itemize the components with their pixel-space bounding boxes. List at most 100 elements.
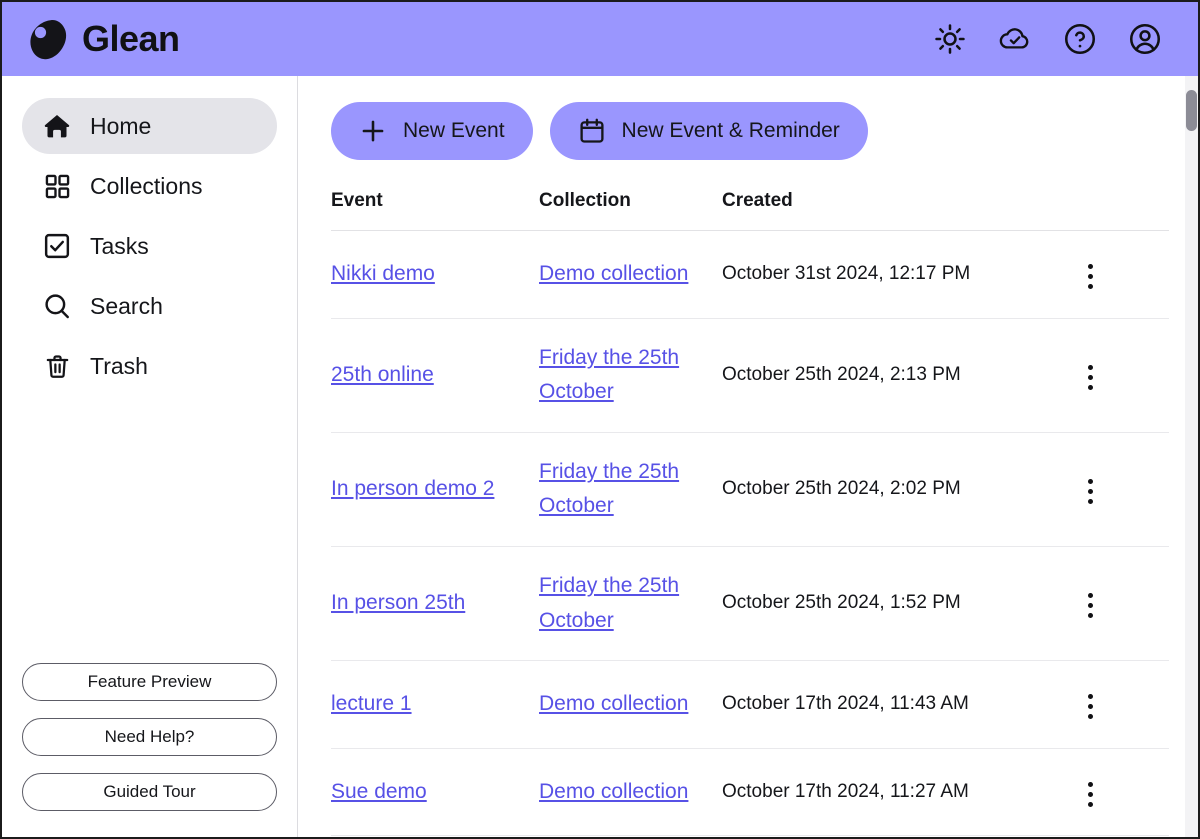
sidebar-item-trash[interactable]: Trash	[22, 338, 277, 394]
sidebar-item-label: Collections	[90, 175, 203, 198]
collection-cell: Demo collection	[539, 661, 722, 749]
row-actions-cell	[1074, 661, 1169, 749]
column-header-collection: Collection	[539, 190, 722, 231]
kebab-dot	[1088, 264, 1093, 269]
events-table: Event Collection Created Nikki demo Demo…	[331, 190, 1169, 836]
account-button[interactable]	[1126, 20, 1164, 58]
brand-name: Glean	[82, 21, 180, 57]
table-row: Sue demo Demo collection October 17th 20…	[331, 748, 1169, 836]
collection-link[interactable]: Demo collection	[539, 262, 688, 285]
row-actions-cell	[1074, 231, 1169, 319]
new-event-label: New Event	[403, 119, 505, 143]
events-table-body: Nikki demo Demo collection October 31st …	[331, 231, 1169, 836]
kebab-dot	[1088, 499, 1093, 504]
page-scrollbar-thumb[interactable]	[1186, 90, 1197, 131]
created-cell: October 31st 2024, 12:17 PM	[722, 231, 1074, 319]
event-link[interactable]: In person demo 2	[331, 477, 494, 500]
row-menu-button[interactable]	[1074, 688, 1106, 726]
sidebar-spacer	[22, 394, 277, 663]
row-menu-button[interactable]	[1074, 258, 1106, 296]
row-actions-cell	[1074, 432, 1169, 546]
app-header: Glean	[2, 2, 1198, 76]
event-link[interactable]: Nikki demo	[331, 262, 435, 285]
feature-preview-button[interactable]: Feature Preview	[22, 663, 277, 701]
sidebar-item-label: Trash	[90, 355, 148, 378]
theme-toggle-button[interactable]	[931, 20, 969, 58]
row-menu-button[interactable]	[1074, 587, 1106, 625]
sidebar-item-collections[interactable]: Collections	[22, 158, 277, 214]
kebab-dot	[1088, 704, 1093, 709]
created-cell: October 25th 2024, 2:13 PM	[722, 318, 1074, 432]
sidebar-item-tasks[interactable]: Tasks	[22, 218, 277, 274]
row-menu-button[interactable]	[1074, 358, 1106, 396]
collection-link[interactable]: Friday the 25th October	[539, 460, 679, 518]
collection-link[interactable]: Friday the 25th October	[539, 574, 679, 632]
sun-icon	[934, 23, 966, 55]
search-icon	[42, 291, 72, 321]
event-action-bar: New Event New Event & Reminder	[331, 102, 1198, 160]
column-header-created: Created	[722, 190, 1074, 231]
event-link[interactable]: Sue demo	[331, 780, 427, 803]
plus-icon	[359, 117, 387, 145]
sidebar-item-label: Search	[90, 295, 163, 318]
sidebar-item-search[interactable]: Search	[22, 278, 277, 334]
need-help-button[interactable]: Need Help?	[22, 718, 277, 756]
sidebar-item-label: Tasks	[90, 235, 149, 258]
row-menu-button[interactable]	[1074, 775, 1106, 813]
table-row: In person demo 2 Friday the 25th October…	[331, 432, 1169, 546]
created-cell: October 17th 2024, 11:43 AM	[722, 661, 1074, 749]
main-content: New Event New Event & Reminder	[298, 76, 1198, 837]
event-link[interactable]: lecture 1	[331, 692, 412, 715]
new-event-reminder-button[interactable]: New Event & Reminder	[550, 102, 868, 160]
kebab-dot	[1088, 593, 1093, 598]
page-scrollbar-track[interactable]	[1185, 76, 1198, 837]
brand: Glean	[24, 18, 180, 60]
kebab-dot	[1088, 603, 1093, 608]
created-cell: October 25th 2024, 1:52 PM	[722, 547, 1074, 661]
guided-tour-button[interactable]: Guided Tour	[22, 773, 277, 811]
collection-link[interactable]: Demo collection	[539, 692, 688, 715]
sidebar-nav-list: Home Collections	[22, 98, 277, 394]
event-cell: In person demo 2	[331, 432, 539, 546]
kebab-dot	[1088, 792, 1093, 797]
sidebar-bottom-actions: Feature Preview Need Help? Guided Tour	[22, 663, 277, 811]
event-cell: Sue demo	[331, 748, 539, 836]
collection-cell: Demo collection	[539, 231, 722, 319]
event-link[interactable]: 25th online	[331, 363, 434, 386]
sidebar-item-label: Home	[90, 115, 151, 138]
question-circle-icon	[1063, 22, 1097, 56]
collection-link[interactable]: Demo collection	[539, 780, 688, 803]
collection-link[interactable]: Friday the 25th October	[539, 346, 679, 404]
cloud-check-icon	[998, 22, 1032, 56]
table-row: In person 25th Friday the 25th October O…	[331, 547, 1169, 661]
row-actions-cell	[1074, 748, 1169, 836]
trash-icon	[42, 351, 72, 381]
kebab-dot	[1088, 479, 1093, 484]
table-row: lecture 1 Demo collection October 17th 2…	[331, 661, 1169, 749]
account-circle-icon	[1128, 22, 1162, 56]
row-actions-cell	[1074, 318, 1169, 432]
new-event-button[interactable]: New Event	[331, 102, 533, 160]
created-cell: October 17th 2024, 11:27 AM	[722, 748, 1074, 836]
events-table-header-row: Event Collection Created	[331, 190, 1169, 231]
glean-app-window: Glean	[0, 0, 1200, 839]
events-table-head: Event Collection Created	[331, 190, 1169, 231]
event-cell: lecture 1	[331, 661, 539, 749]
column-header-actions	[1074, 190, 1169, 231]
kebab-dot	[1088, 489, 1093, 494]
event-cell: In person 25th	[331, 547, 539, 661]
kebab-dot	[1088, 375, 1093, 380]
app-body: Home Collections	[2, 76, 1198, 837]
created-cell: October 25th 2024, 2:02 PM	[722, 432, 1074, 546]
sync-status-button[interactable]	[996, 20, 1034, 58]
help-button[interactable]	[1061, 20, 1099, 58]
table-row: Nikki demo Demo collection October 31st …	[331, 231, 1169, 319]
kebab-dot	[1088, 613, 1093, 618]
sidebar-item-home[interactable]: Home	[22, 98, 277, 154]
collection-cell: Friday the 25th October	[539, 547, 722, 661]
row-menu-button[interactable]	[1074, 473, 1106, 511]
event-link[interactable]: In person 25th	[331, 591, 465, 614]
collection-cell: Demo collection	[539, 748, 722, 836]
home-icon	[42, 111, 72, 141]
kebab-dot	[1088, 284, 1093, 289]
